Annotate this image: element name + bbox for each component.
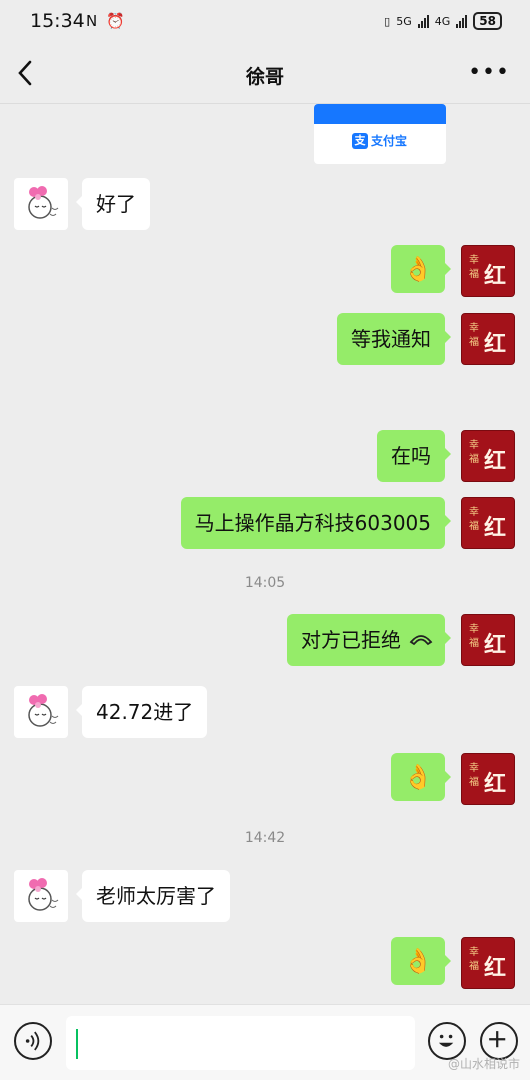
status-right: ▯ 5G 4G 58	[384, 12, 502, 30]
status-icons: N ⏰	[86, 12, 127, 30]
emoji-bubble[interactable]: 👌	[391, 245, 451, 293]
message-bubble[interactable]: 42.72进了	[75, 686, 208, 738]
chat-header: 徐哥 •••	[0, 44, 530, 104]
my-avatar[interactable]: 幸福红	[461, 614, 515, 666]
alipay-logo-icon: 支	[352, 132, 368, 149]
message-input[interactable]	[66, 1016, 415, 1070]
signal-icon	[417, 14, 429, 28]
phone-hangup-icon	[409, 635, 433, 646]
signal-icon	[456, 14, 468, 28]
net-5g-label: 5G	[396, 14, 412, 28]
card-header-bar	[314, 104, 446, 124]
my-avatar[interactable]: 幸福红	[461, 313, 515, 365]
call-record-bubble[interactable]: 对方已拒绝	[287, 614, 451, 666]
my-avatar[interactable]: 幸福红	[461, 430, 515, 482]
net-4g-label: 4G	[434, 14, 451, 28]
vibrate-icon: ▯	[384, 14, 391, 28]
message-bubble[interactable]: 好了	[76, 178, 150, 230]
message-bubble[interactable]: 等我通知	[337, 313, 451, 365]
status-bar: 15:34 N ⏰ ▯ 5G 4G 58	[0, 0, 530, 44]
message-list[interactable]: 支 支付宝 好了 👌 幸福红 等我通知 幸福红 在吗 幸福红 马上操作晶方科技6…	[0, 104, 530, 1004]
alipay-label: 支 支付宝	[352, 132, 407, 149]
emoji-bubble[interactable]: 👌	[391, 753, 451, 801]
message-bubble[interactable]: 老师太厉害了	[76, 870, 230, 922]
voice-input-icon[interactable]	[14, 1022, 52, 1060]
message-bubble[interactable]: 马上操作晶方科技603005	[180, 497, 452, 549]
status-time: 15:34	[30, 10, 85, 32]
watermark: @山水相说市	[447, 1057, 520, 1071]
contact-avatar[interactable]	[14, 178, 68, 230]
timestamp: 14:42	[244, 830, 286, 846]
my-avatar[interactable]: 幸福红	[461, 245, 515, 297]
chat-title: 徐哥	[245, 66, 284, 88]
alipay-card[interactable]: 支 支付宝	[314, 104, 446, 164]
text-cursor	[76, 1029, 78, 1059]
emoji-bubble[interactable]: 👌	[391, 937, 451, 985]
my-avatar[interactable]: 幸福红	[461, 937, 515, 989]
contact-avatar[interactable]	[14, 686, 68, 738]
contact-avatar[interactable]	[14, 870, 68, 922]
my-avatar[interactable]: 幸福红	[461, 753, 515, 805]
battery-indicator: 58	[473, 12, 502, 30]
timestamp: 14:05	[244, 575, 286, 591]
more-options-icon[interactable]: •••	[468, 60, 510, 85]
message-bubble[interactable]: 在吗	[377, 430, 451, 482]
my-avatar[interactable]: 幸福红	[461, 497, 515, 549]
